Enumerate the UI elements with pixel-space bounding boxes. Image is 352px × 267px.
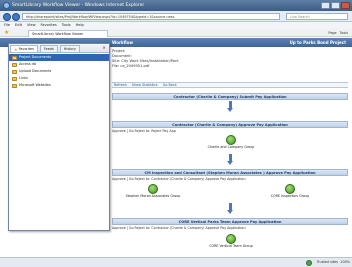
tools-menu-button[interactable]: Tools: [340, 30, 348, 36]
group-label: Charlie and Company Group: [207, 145, 255, 149]
workflow-step-actions[interactable]: Approve | Go Reject to: Contractor (Char…: [112, 177, 348, 181]
flow-arrow-icon: [227, 101, 233, 112]
group-node[interactable]: CORE Inspectors Group: [255, 184, 325, 199]
url-field[interactable]: http://sharepoint/sites/Proj/Workflow/Wf…: [22, 13, 280, 20]
favorite-label: Microsoft Websites: [19, 83, 51, 87]
group-node[interactable]: Stephen Moran Associates Group: [118, 184, 188, 199]
group-label: Stephen Moran Associates Group: [125, 194, 181, 198]
favorite-label: Project Documents: [19, 55, 52, 59]
favorites-pane: ★ Favorites Feeds History ✕ Project Docu…: [8, 43, 110, 231]
status-bar: Trusted sites 100%: [0, 257, 352, 267]
group-icon: [226, 135, 236, 145]
tab-favorites-label: Favorites: [18, 46, 34, 51]
browser-icon: [3, 2, 10, 9]
favorite-item[interactable]: Upload Documents: [9, 68, 109, 75]
favorites-pane-tabs: ★ Favorites Feeds History ✕: [9, 44, 109, 53]
search-input[interactable]: Live Search: [286, 13, 348, 20]
favorites-list: Project Documents Access db Upload Docum…: [9, 54, 109, 89]
doc-file-link[interactable]: File: ca_2049951.pdf: [112, 64, 179, 69]
tab-favorites[interactable]: ★ Favorites: [10, 45, 38, 52]
go-back-button[interactable]: Go Back: [163, 83, 177, 87]
folder-icon: [12, 76, 17, 81]
favorite-item[interactable]: Links: [9, 75, 109, 82]
workflow-step-title: CM Inspection and Consultant (Stephen Mo…: [112, 169, 348, 176]
flow-arrow-icon: [227, 203, 233, 214]
folder-icon: [12, 62, 17, 67]
favorite-label: Access db: [19, 62, 36, 66]
document-info: Project: Document: Site: City Work Sites…: [112, 49, 179, 69]
window-controls: [321, 2, 350, 9]
browser-window: SmartLibrary Workflow Viewer - Windows I…: [0, 0, 352, 267]
back-button[interactable]: [3, 12, 11, 21]
menu-favorites[interactable]: Favorites: [41, 22, 57, 29]
workflow-step-title: Contractor (Charlie & Company) Approve P…: [112, 121, 348, 128]
zoom-level[interactable]: 100%: [340, 258, 350, 267]
tab-feeds-label: Feeds: [43, 46, 54, 51]
group-icon: [148, 184, 158, 194]
workflow-step-title: Contractor (Charlie & Company) Submit Pa…: [112, 93, 348, 100]
minimize-button[interactable]: [321, 2, 330, 9]
favorite-item[interactable]: Access db: [9, 61, 109, 68]
browser-tab[interactable]: SmartLibrary Workflow Viewer: [28, 30, 108, 37]
menu-file[interactable]: File: [4, 22, 10, 29]
group-node[interactable]: CORE Vertical Team Group: [196, 234, 266, 249]
refresh-button[interactable]: Refresh: [114, 83, 127, 87]
favorite-item[interactable]: Microsoft Websites: [9, 82, 109, 89]
folder-icon: [12, 69, 17, 74]
workflow-toolbar: Refresh Show Statistics Go Back: [112, 82, 348, 88]
favorite-item[interactable]: Project Documents: [9, 54, 109, 61]
forward-button[interactable]: [12, 12, 20, 21]
security-zone: Trusted sites: [316, 260, 338, 264]
page-menu-button[interactable]: Page: [328, 30, 336, 36]
group-label: CORE Inspectors Group: [270, 194, 310, 198]
group-icon: [285, 184, 295, 194]
flow-arrow-icon: [227, 154, 233, 165]
tab-history-label: History: [63, 46, 76, 51]
tab-feeds[interactable]: Feeds: [39, 45, 58, 52]
close-pane-icon[interactable]: ✕: [101, 45, 107, 51]
favorites-bar: ★ SmartLibrary Workflow Viewer Page Tool…: [0, 29, 352, 37]
menu-edit[interactable]: Edit: [15, 22, 22, 29]
group-label: CORE Vertical Team Group: [209, 244, 253, 248]
menu-bar: File Edit View Favorites Tools Help: [0, 22, 352, 29]
address-bar: http://sharepoint/sites/Proj/Workflow/Wf…: [0, 11, 352, 22]
maximize-button[interactable]: [331, 2, 340, 9]
favorite-label: Upload Documents: [19, 69, 52, 73]
group-node[interactable]: Charlie and Company Group: [196, 135, 266, 150]
menu-help[interactable]: Help: [76, 22, 84, 29]
close-button[interactable]: [341, 2, 350, 9]
menu-view[interactable]: View: [27, 22, 36, 29]
show-statistics-button[interactable]: Show Statistics: [132, 83, 158, 87]
favorites-star-icon[interactable]: ★: [4, 30, 9, 36]
star-icon: ★: [14, 46, 18, 52]
command-bar: Page Tools: [328, 30, 348, 36]
folder-icon: [12, 55, 17, 60]
menu-tools[interactable]: Tools: [62, 22, 71, 29]
workflow-step-actions[interactable]: Approve | Go Reject to: Contractor (Char…: [112, 226, 348, 230]
favorite-label: Links: [19, 76, 28, 80]
group-icon: [226, 234, 236, 244]
title-bar: SmartLibrary Workflow Viewer - Windows I…: [0, 0, 352, 11]
page-title: Workflow: [112, 40, 134, 45]
globe-icon: [306, 260, 312, 266]
workflow-step-actions[interactable]: Approve | Go Reject to: Reject Pay App: [112, 129, 348, 133]
up-link[interactable]: Up to Parks Bond Project: [290, 38, 346, 47]
workflow-step-title: CORE Vertical Parks Team Approve Pay App…: [112, 218, 348, 225]
folder-icon: [12, 83, 17, 88]
tab-history[interactable]: History: [59, 45, 80, 52]
window-title: SmartLibrary Workflow Viewer - Windows I…: [12, 3, 145, 8]
